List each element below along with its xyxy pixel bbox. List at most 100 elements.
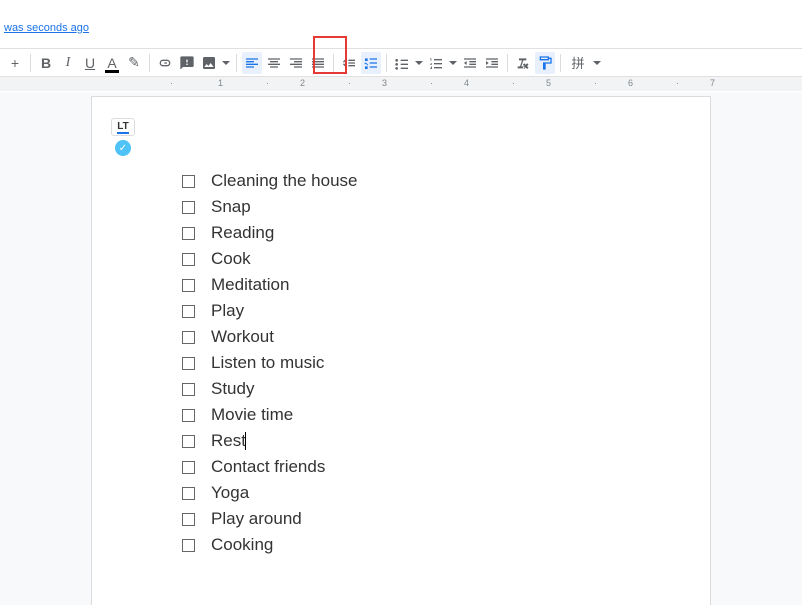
- list-item[interactable]: Reading: [182, 223, 620, 243]
- checkbox[interactable]: [182, 357, 195, 370]
- list-item[interactable]: Study: [182, 379, 620, 399]
- checkbox[interactable]: [182, 227, 195, 240]
- chevron-down-icon: [221, 55, 231, 71]
- checklist-button[interactable]: [361, 52, 381, 74]
- checkbox[interactable]: [182, 175, 195, 188]
- list-item-label[interactable]: Yoga: [211, 483, 249, 503]
- list-item-label[interactable]: Play: [211, 301, 244, 321]
- indent-button[interactable]: [482, 52, 502, 74]
- language-tool-chip[interactable]: LT: [111, 118, 135, 136]
- add-button[interactable]: +: [5, 52, 25, 74]
- list-item[interactable]: Listen to music: [182, 353, 620, 373]
- separator: [236, 54, 237, 72]
- list-item-label[interactable]: Listen to music: [211, 353, 324, 373]
- paint-format-button[interactable]: [535, 52, 555, 74]
- checkbox[interactable]: [182, 461, 195, 474]
- list-item[interactable]: Yoga: [182, 483, 620, 503]
- outdent-button[interactable]: [460, 52, 480, 74]
- numbered-list-dropdown[interactable]: [448, 52, 458, 74]
- list-item-label[interactable]: Movie time: [211, 405, 293, 425]
- bullet-list-dropdown[interactable]: [414, 52, 424, 74]
- input-method-button[interactable]: 拼: [566, 52, 590, 74]
- bold-button[interactable]: B: [36, 52, 56, 74]
- list-item-label[interactable]: Cooking: [211, 535, 273, 555]
- list-item[interactable]: Snap: [182, 197, 620, 217]
- list-item-label[interactable]: Snap: [211, 197, 251, 217]
- checkbox[interactable]: [182, 539, 195, 552]
- list-item-label[interactable]: Cleaning the house: [211, 171, 358, 191]
- clear-format-button[interactable]: [513, 52, 533, 74]
- bullet-list-icon: [394, 55, 410, 71]
- image-button[interactable]: [199, 52, 219, 74]
- checkbox[interactable]: [182, 331, 195, 344]
- align-right-icon: [288, 55, 304, 71]
- outdent-icon: [462, 55, 478, 71]
- checkbox[interactable]: [182, 513, 195, 526]
- page-area: Cleaning the house Snap Reading Cook Meditat…: [0, 92, 802, 605]
- ruler[interactable]: · 1 · 2 · 3 · 4 · 5 · 6 · 7: [0, 77, 802, 91]
- checkbox[interactable]: [182, 305, 195, 318]
- align-left-button[interactable]: [242, 52, 262, 74]
- list-item[interactable]: Cleaning the house: [182, 171, 620, 191]
- clear-format-icon: [515, 55, 531, 71]
- numbered-list-icon: [428, 55, 444, 71]
- numbered-list-button[interactable]: [426, 52, 446, 74]
- comment-button[interactable]: [177, 52, 197, 74]
- checkbox[interactable]: [182, 383, 195, 396]
- separator: [507, 54, 508, 72]
- indent-icon: [484, 55, 500, 71]
- checkbox[interactable]: [182, 201, 195, 214]
- line-spacing-icon: [341, 55, 357, 71]
- list-item-label[interactable]: Meditation: [211, 275, 289, 295]
- checklist-icon: [363, 55, 379, 71]
- checkbox[interactable]: [182, 279, 195, 292]
- highlight-button[interactable]: ✎: [124, 52, 144, 74]
- separator: [386, 54, 387, 72]
- list-item[interactable]: Contact friends: [182, 457, 620, 477]
- list-item[interactable]: Movie time: [182, 405, 620, 425]
- check-badge-icon: ✓: [115, 140, 131, 156]
- list-item-label[interactable]: Rest: [211, 431, 246, 451]
- chevron-down-icon: [592, 55, 602, 71]
- list-item[interactable]: Workout: [182, 327, 620, 347]
- list-item-label[interactable]: Study: [211, 379, 254, 399]
- checkbox[interactable]: [182, 409, 195, 422]
- checkbox[interactable]: [182, 487, 195, 500]
- link-button[interactable]: [155, 52, 175, 74]
- checkbox[interactable]: [182, 253, 195, 266]
- image-icon: [201, 55, 217, 71]
- toolbar: + B I U A ✎: [0, 48, 802, 77]
- last-saved-link[interactable]: was seconds ago: [4, 22, 89, 34]
- list-item-label[interactable]: Cook: [211, 249, 251, 269]
- list-item-label[interactable]: Contact friends: [211, 457, 325, 477]
- list-item[interactable]: Rest: [182, 431, 620, 451]
- list-item-label[interactable]: Play around: [211, 509, 302, 529]
- text-color-button[interactable]: A: [102, 52, 122, 74]
- list-item-label[interactable]: Reading: [211, 223, 274, 243]
- separator: [560, 54, 561, 72]
- list-item-label[interactable]: Workout: [211, 327, 274, 347]
- bullet-list-button[interactable]: [392, 52, 412, 74]
- text-cursor: [245, 432, 246, 450]
- align-center-icon: [266, 55, 282, 71]
- separator: [333, 54, 334, 72]
- line-spacing-button[interactable]: [339, 52, 359, 74]
- align-left-icon: [244, 55, 260, 71]
- align-right-button[interactable]: [286, 52, 306, 74]
- document-page[interactable]: Cleaning the house Snap Reading Cook Meditat…: [91, 96, 711, 605]
- list-item[interactable]: Cook: [182, 249, 620, 269]
- list-item[interactable]: Cooking: [182, 535, 620, 555]
- link-icon: [157, 55, 173, 71]
- list-item[interactable]: Play around: [182, 509, 620, 529]
- align-justify-button[interactable]: [308, 52, 328, 74]
- italic-button[interactable]: I: [58, 52, 78, 74]
- image-dropdown[interactable]: [221, 52, 231, 74]
- list-item[interactable]: Play: [182, 301, 620, 321]
- checklist[interactable]: Cleaning the house Snap Reading Cook Meditat…: [182, 171, 620, 555]
- list-item[interactable]: Meditation: [182, 275, 620, 295]
- align-center-button[interactable]: [264, 52, 284, 74]
- underline-button[interactable]: U: [80, 52, 100, 74]
- input-method-dropdown[interactable]: [592, 52, 602, 74]
- language-tool-widget[interactable]: LT ✓: [110, 118, 136, 156]
- checkbox[interactable]: [182, 435, 195, 448]
